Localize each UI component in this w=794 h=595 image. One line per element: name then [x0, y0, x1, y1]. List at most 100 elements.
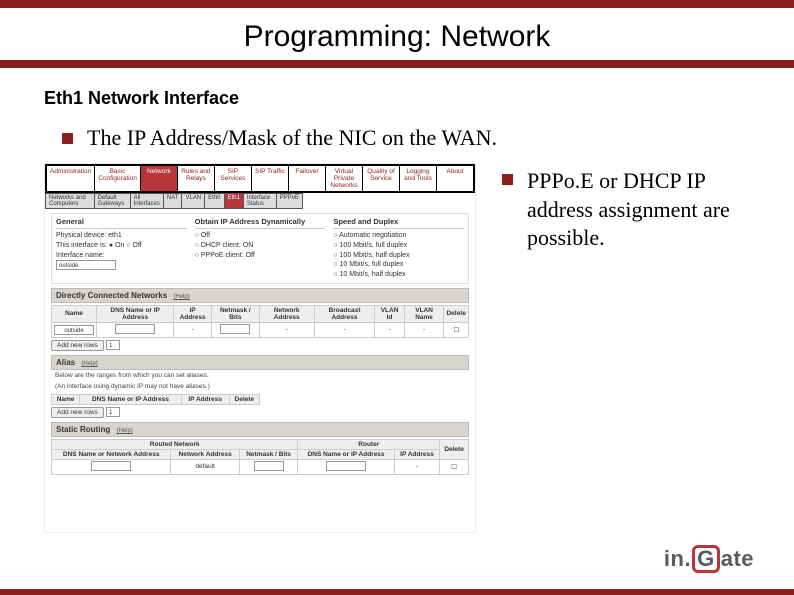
alias-header: Alias (Help) — [51, 355, 469, 370]
add-rows-button-2[interactable]: Add new rows — [51, 407, 104, 418]
table-row: outside - - - - - ☐ — [52, 322, 469, 337]
alias-table: Name DNS Name or IP Address IP Address D… — [51, 394, 260, 405]
embedded-screenshot: Administration Basic Configuration Netwo… — [44, 163, 476, 533]
dcn-net-cell: - — [259, 322, 314, 337]
tab-vpn[interactable]: Virtual Private Networks — [326, 166, 362, 191]
speed-10f[interactable]: 10 Mbit/s, full duplex — [333, 260, 464, 270]
alias-col-name: Name — [52, 394, 80, 404]
subtab-pppoe[interactable]: PPPoE — [277, 194, 302, 208]
dcn-name-input[interactable]: outside — [54, 325, 94, 335]
bullet-2: PPPo.E or DHCP IP address assignment are… — [502, 167, 750, 253]
subtab-all-if[interactable]: All Interfaces — [131, 194, 163, 208]
tab-administration[interactable]: Administration — [47, 166, 94, 191]
slide-title: Programming: Network — [0, 8, 794, 68]
dcn-vlanid-cell: - — [375, 322, 404, 337]
dcn-delete-cell[interactable]: ☐ — [444, 322, 469, 337]
ingate-logo: in.Gate — [664, 545, 754, 573]
tab-failover[interactable]: Failover — [289, 166, 325, 191]
add-rows-count[interactable]: 1 — [106, 340, 120, 350]
bullet-square-icon — [502, 174, 513, 185]
add-rows-count-2[interactable]: 1 — [106, 407, 120, 417]
static-col-1: DNS Name or Network Address — [52, 449, 171, 459]
top-tabs: Administration Basic Configuration Netwo… — [45, 164, 475, 193]
alias-col-delete: Delete — [229, 394, 259, 404]
logo-g: G — [692, 545, 720, 573]
static-dns-input[interactable] — [91, 461, 131, 471]
add-rows-button[interactable]: Add new rows — [51, 340, 104, 351]
static-header: Static Routing (Help) — [51, 422, 469, 437]
subtab-eth0[interactable]: Eth0 — [205, 194, 223, 208]
subtab-nat[interactable]: NAT — [164, 194, 182, 208]
dcn-title: Directly Connected Networks — [56, 291, 167, 300]
iface-name-label: Interface name: — [56, 251, 187, 261]
dcn-vlanname-cell: - — [404, 322, 444, 337]
static-title: Static Routing — [56, 425, 110, 434]
static-mask-input[interactable] — [254, 461, 284, 471]
subtab-networks[interactable]: Networks and Computers — [46, 194, 94, 208]
static-ip-cell: - — [394, 459, 439, 474]
dcn-ip-cell: - — [174, 322, 212, 337]
bullet-2-text: PPPo.E or DHCP IP address assignment are… — [527, 167, 750, 253]
bullet-square-icon — [62, 133, 73, 144]
general-title: General — [56, 217, 187, 229]
lower-row: Administration Basic Configuration Netwo… — [44, 163, 750, 533]
slide-top-accent — [0, 0, 794, 8]
tab-sip-traffic[interactable]: SIP Traffic — [252, 166, 288, 191]
tab-network[interactable]: Network — [141, 166, 177, 191]
speed-title: Speed and Duplex — [333, 217, 464, 229]
table-row: Name DNS Name or IP Address IP Address D… — [52, 394, 260, 404]
dcn-help[interactable]: (Help) — [173, 294, 189, 300]
speed-100f[interactable]: 100 Mbit/s, full duplex — [333, 241, 464, 251]
static-table: Routed Network Router Delete DNS Name or… — [51, 439, 469, 475]
dcn-dns-input[interactable] — [115, 324, 155, 334]
static-col-5: IP Address — [394, 449, 439, 459]
obtain-pppoe[interactable]: PPPoE client: Off — [195, 251, 326, 261]
phys-device: Physical device: eth1 — [56, 231, 187, 241]
dcn-bcast-cell: - — [314, 322, 375, 337]
static-delete-cell[interactable]: ☐ — [440, 459, 469, 474]
static-help[interactable]: (Help) — [116, 428, 132, 434]
dcn-col-delete: Delete — [444, 305, 469, 322]
table-row: default - ☐ — [52, 459, 469, 474]
obtain-title: Obtain IP Address Dynamically — [195, 217, 326, 229]
bullet-1: The IP Address/Mask of the NIC on the WA… — [62, 125, 750, 151]
speed-col: Speed and Duplex Automatic negotiation 1… — [333, 217, 464, 279]
panel: General Physical device: eth1 This inter… — [45, 209, 475, 478]
subtab-vlan[interactable]: VLAN — [182, 194, 204, 208]
alias-col-dns: DNS Name or IP Address — [80, 394, 182, 404]
dcn-col-dns: DNS Name or IP Address — [97, 305, 174, 322]
tab-rules[interactable]: Rules and Relays — [178, 166, 214, 191]
alias-note2: (An interface using dynamic IP may not h… — [51, 381, 469, 392]
dcn-mask-input[interactable] — [220, 324, 250, 334]
general-col: General Physical device: eth1 This inter… — [56, 217, 187, 279]
iface-name-input[interactable]: outside — [56, 260, 116, 270]
sub-heading: Eth1 Network Interface — [44, 88, 750, 109]
subtab-if-status[interactable]: Interface Status — [244, 194, 276, 208]
tab-logging[interactable]: Logging and Tools — [400, 166, 436, 191]
static-router-input[interactable] — [326, 461, 366, 471]
subtab-gateways[interactable]: Default Gateways — [95, 194, 130, 208]
subtab-eth1[interactable]: Eth1 — [225, 194, 243, 208]
dcn-col-name: Name — [52, 305, 97, 322]
tab-qos[interactable]: Quality of Service — [363, 166, 399, 191]
static-default: default — [171, 459, 239, 474]
dcn-header: Directly Connected Networks (Help) — [51, 288, 469, 303]
static-col-2: Network Address — [171, 449, 239, 459]
tab-basic-config[interactable]: Basic Configuration — [95, 166, 140, 191]
obtain-off[interactable]: Off — [195, 231, 326, 241]
bullet-1-text: The IP Address/Mask of the NIC on the WA… — [87, 125, 497, 151]
static-col-4: DNS Name or IP Address — [298, 449, 394, 459]
tab-about[interactable]: About — [437, 166, 473, 191]
sub-tabs: Networks and Computers Default Gateways … — [45, 193, 303, 209]
dcn-col-vlanid: VLAN Id — [375, 305, 404, 322]
dcn-table: Name DNS Name or IP Address IP Address N… — [51, 305, 469, 338]
alias-help[interactable]: (Help) — [81, 361, 97, 367]
iface-toggle[interactable]: This interface is: ● On ○ Off — [56, 241, 187, 251]
slide-bottom-accent — [0, 589, 794, 595]
obtain-col: Obtain IP Address Dynamically Off DHCP c… — [195, 217, 326, 279]
speed-100h[interactable]: 100 Mbit/s, half duplex — [333, 251, 464, 261]
speed-10h[interactable]: 10 Mbit/s, half duplex — [333, 270, 464, 280]
speed-auto[interactable]: Automatic negotiation — [333, 231, 464, 241]
tab-sip-services[interactable]: SIP Services — [215, 166, 251, 191]
obtain-dhcp[interactable]: DHCP client: ON — [195, 241, 326, 251]
